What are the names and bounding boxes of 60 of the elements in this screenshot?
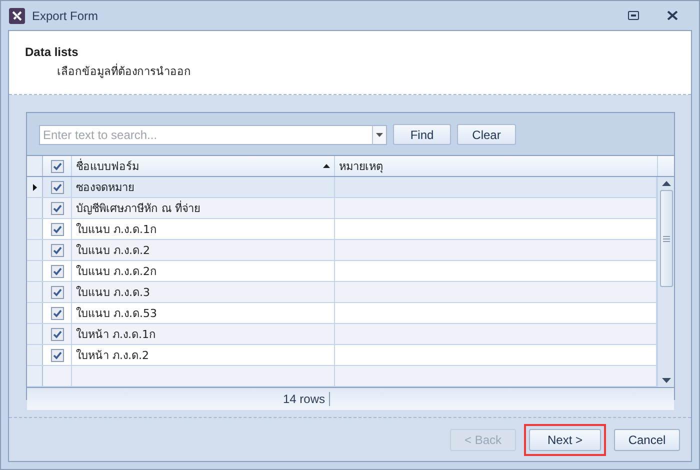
sort-icon xyxy=(323,164,330,168)
checkbox[interactable] xyxy=(50,222,64,236)
row-pointer-icon xyxy=(32,184,36,190)
row-indicator xyxy=(27,366,43,386)
row-indicator xyxy=(27,240,43,260)
checkbox[interactable] xyxy=(50,244,64,256)
row-indicator xyxy=(27,345,43,365)
table-row[interactable]: ใบแนบ ภ.ง.ด.3 xyxy=(27,282,657,303)
scroll-down-icon[interactable] xyxy=(662,378,670,383)
table-cell: ซองจดหมาย xyxy=(72,177,335,197)
scroll-up-icon[interactable] xyxy=(662,181,670,186)
table-cell: บัญชีพิเศษภาษีหัก ณ ที่จ่าย xyxy=(72,198,335,218)
scrollbar[interactable] xyxy=(657,177,674,387)
section-title: Data lists xyxy=(25,45,80,59)
table-row[interactable]: ใบแนบ ภ.ง.ด.2 xyxy=(27,240,657,261)
cancel-button[interactable]: Cancel xyxy=(614,429,680,451)
table-cell: ใบแนบ ภ.ง.ด.2ก xyxy=(72,261,335,281)
maximize-icon[interactable] xyxy=(628,11,639,20)
row-indicator xyxy=(27,219,43,239)
checkbox[interactable] xyxy=(50,306,64,320)
checkbox[interactable] xyxy=(50,328,64,340)
checkbox[interactable] xyxy=(50,160,64,172)
row-count: 14 rows xyxy=(27,392,330,406)
dropdown-icon[interactable] xyxy=(376,132,383,136)
table-row[interactable]: ใบแนบ ภ.ง.ด.1ก xyxy=(27,219,657,240)
search-field[interactable]: Enter text to search... xyxy=(39,124,372,144)
row-indicator xyxy=(27,261,43,281)
table-cell: ใบแนบ ภ.ง.ด.53 xyxy=(72,303,335,323)
next-button[interactable]: Next > xyxy=(529,429,601,451)
table-row[interactable]: ใบหน้า ภ.ง.ด.1ก xyxy=(27,324,657,345)
scroll-thumb[interactable] xyxy=(660,190,672,287)
table-cell: ใบแนบ ภ.ง.ด.2 xyxy=(72,240,335,260)
table-cell: ใบหน้า ภ.ง.ด.1ก xyxy=(72,324,335,344)
section-subtitle: เลือกข้อมูลที่ต้องการนำออก xyxy=(57,62,192,80)
table-cell: ใบแนบ ภ.ง.ด.3 xyxy=(72,282,335,302)
table-row[interactable]: ใบแนบ ภ.ง.ด.53 xyxy=(27,303,657,324)
checkbox[interactable] xyxy=(50,286,64,298)
row-indicator xyxy=(27,282,43,302)
table-row[interactable]: บัญชีพิเศษภาษีหัก ณ ที่จ่าย xyxy=(27,198,657,219)
checkbox[interactable] xyxy=(50,202,64,214)
column-header[interactable]: หมายเหตุ xyxy=(335,156,658,176)
row-indicator xyxy=(27,303,43,323)
table-cell: ใบหน้า ภ.ง.ด.2 xyxy=(72,345,335,365)
table-cell: ใบแนบ ภ.ง.ด.1ก xyxy=(72,219,335,239)
table-row[interactable]: ซองจดหมาย xyxy=(27,177,657,198)
header-corner xyxy=(27,156,43,176)
clear-button[interactable]: Clear xyxy=(457,124,516,145)
table-row[interactable]: ใบหน้า ภ.ง.ด.2 xyxy=(27,345,657,366)
window-title: Export Form xyxy=(32,8,100,22)
row-indicator xyxy=(27,324,43,344)
app-icon xyxy=(9,8,25,24)
column-header[interactable]: ชื่อแบบฟอร์ม xyxy=(72,156,335,176)
close-icon[interactable] xyxy=(667,11,678,20)
checkbox[interactable] xyxy=(50,264,64,278)
table-row[interactable]: ใบแนบ ภ.ง.ด.2ก xyxy=(27,261,657,282)
find-button[interactable]: Find xyxy=(393,124,451,145)
checkbox[interactable] xyxy=(50,180,64,194)
checkbox[interactable] xyxy=(50,348,64,362)
dropdown-button[interactable] xyxy=(372,124,387,144)
row-indicator xyxy=(27,198,43,218)
